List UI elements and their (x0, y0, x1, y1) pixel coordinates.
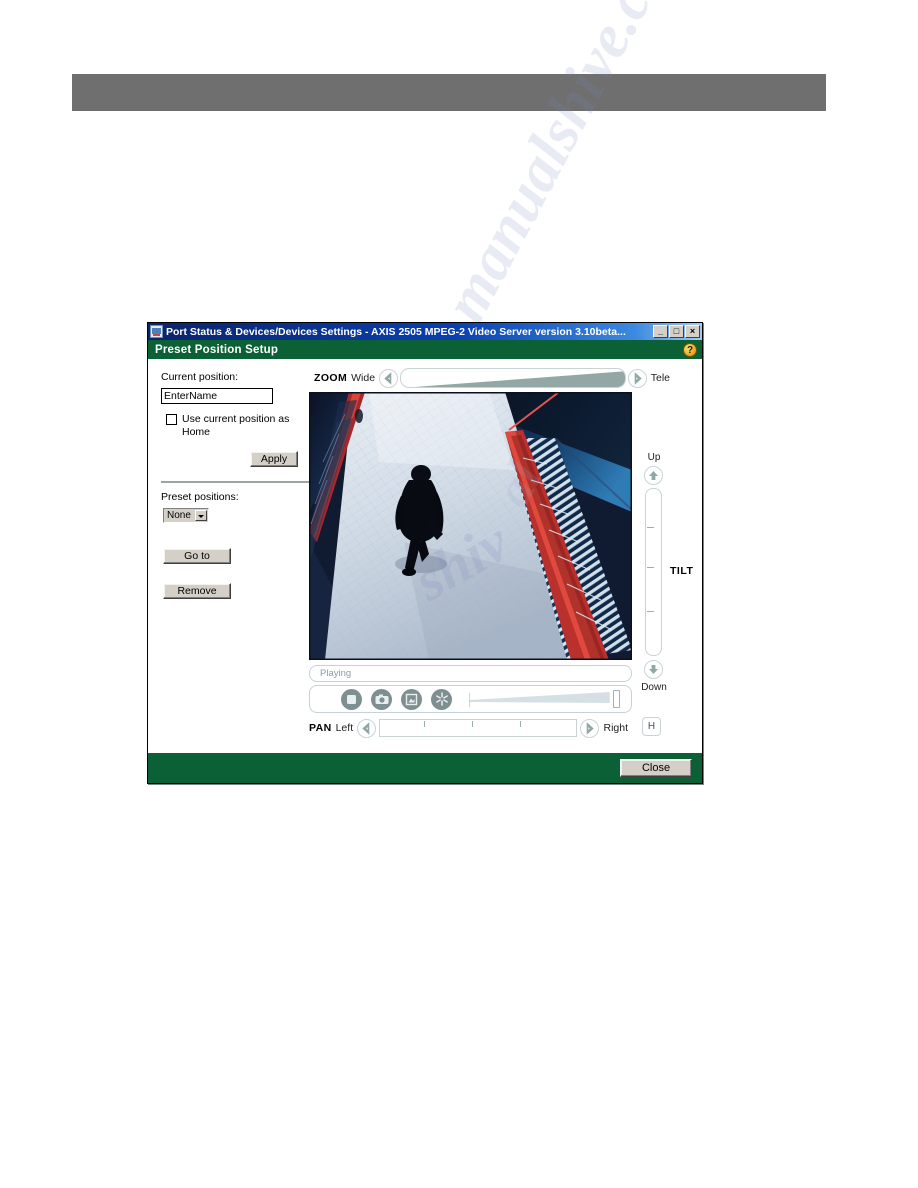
minimize-button[interactable]: _ (653, 325, 668, 338)
dialog-footer: Close (148, 752, 702, 783)
arrow-right-icon (634, 371, 642, 385)
close-icon: × (689, 326, 696, 336)
zoom-slider-wedge (414, 371, 625, 387)
dialog-body: Current position: Use current position a… (148, 360, 702, 752)
stop-button[interactable] (341, 688, 362, 710)
panel-divider (161, 481, 309, 483)
video-preview[interactable]: shiv al (309, 392, 632, 660)
pan-control-label: PAN (309, 722, 332, 734)
zoom-slider[interactable] (400, 368, 626, 388)
tilt-up-button[interactable] (644, 466, 663, 485)
position-name-input[interactable] (161, 388, 273, 404)
remove-button[interactable]: Remove (163, 583, 231, 599)
preset-positions-label: Preset positions: (161, 491, 239, 503)
arrow-right-icon (587, 721, 595, 735)
stop-square-icon (347, 694, 356, 704)
snapshot-button[interactable] (371, 688, 392, 710)
chevron-down-icon[interactable] (195, 510, 207, 521)
section-header: Preset Position Setup ? (148, 340, 702, 360)
player-toolbar (309, 685, 632, 713)
document-page: manualshive.com manualshive.com Port Sta… (0, 0, 918, 1188)
zoom-wide-button[interactable] (379, 368, 399, 388)
zoom-tele-label: Tele (650, 372, 670, 384)
maximize-button[interactable]: □ (669, 325, 684, 338)
volume-thumb[interactable] (613, 690, 620, 708)
window-title: Port Status & Devices/Devices Settings -… (166, 325, 626, 338)
use-as-home-label: Use current position as Home (182, 413, 290, 438)
tilt-control: Up Down TILT (634, 452, 700, 702)
zoom-wide-label: Wide (351, 372, 376, 384)
page-title: Preset Position Setup (155, 343, 279, 356)
picture-icon (405, 693, 418, 705)
pan-left-button[interactable] (357, 718, 377, 738)
preset-selected-value: None (167, 510, 191, 521)
settings-button[interactable] (431, 688, 452, 710)
use-as-home-row[interactable]: Use current position as Home (161, 413, 309, 439)
current-position-label: Current position: (161, 371, 239, 383)
snowflake-icon (435, 692, 448, 706)
zoom-control-label: ZOOM (314, 372, 348, 384)
go-to-button[interactable]: Go to (163, 548, 231, 564)
arrow-up-icon (649, 471, 658, 480)
tilt-up-label: Up (647, 452, 661, 463)
image-button[interactable] (401, 688, 422, 710)
window-buttons: _ □ × (653, 325, 700, 338)
tilt-down-label: Down (641, 682, 667, 693)
volume-slider-wedge (468, 692, 610, 707)
home-position-button[interactable]: H (642, 717, 661, 736)
pan-control: PAN Left Right (309, 718, 632, 738)
player-status-bar: Playing (309, 665, 632, 682)
tilt-slider[interactable] (645, 488, 662, 656)
preset-positions-select[interactable]: None (163, 508, 209, 523)
arrow-left-icon (384, 371, 392, 385)
volume-slider[interactable] (468, 689, 622, 709)
tilt-down-button[interactable] (644, 660, 663, 679)
surveillance-video-frame: shiv al (309, 392, 632, 660)
tilt-control-label: TILT (670, 565, 694, 577)
zoom-control: ZOOM Wide Tele (314, 368, 674, 388)
pan-right-label: Right (603, 722, 628, 734)
window-titlebar[interactable]: Port Status & Devices/Devices Settings -… (148, 323, 702, 340)
arrow-down-icon (649, 665, 658, 674)
app-icon (150, 325, 163, 338)
arrow-left-icon (362, 721, 370, 735)
player-status-text: Playing (320, 668, 352, 679)
maximize-icon: □ (673, 326, 680, 336)
page-header-band (72, 74, 826, 111)
camera-icon (375, 694, 388, 704)
apply-button[interactable]: Apply (250, 451, 298, 467)
pan-right-button[interactable] (580, 718, 600, 738)
zoom-tele-button[interactable] (627, 368, 647, 388)
watermark-text: manualshive.com (430, 0, 702, 333)
pan-left-label: Left (335, 722, 354, 734)
help-icon[interactable]: ? (683, 342, 697, 357)
preset-position-setup-dialog: Port Status & Devices/Devices Settings -… (147, 322, 703, 784)
close-button[interactable]: Close (620, 759, 692, 777)
left-panel: Current position: Use current position a… (161, 371, 309, 599)
minimize-icon: _ (657, 326, 663, 336)
close-window-button[interactable]: × (685, 325, 700, 338)
pan-slider[interactable] (379, 719, 578, 737)
